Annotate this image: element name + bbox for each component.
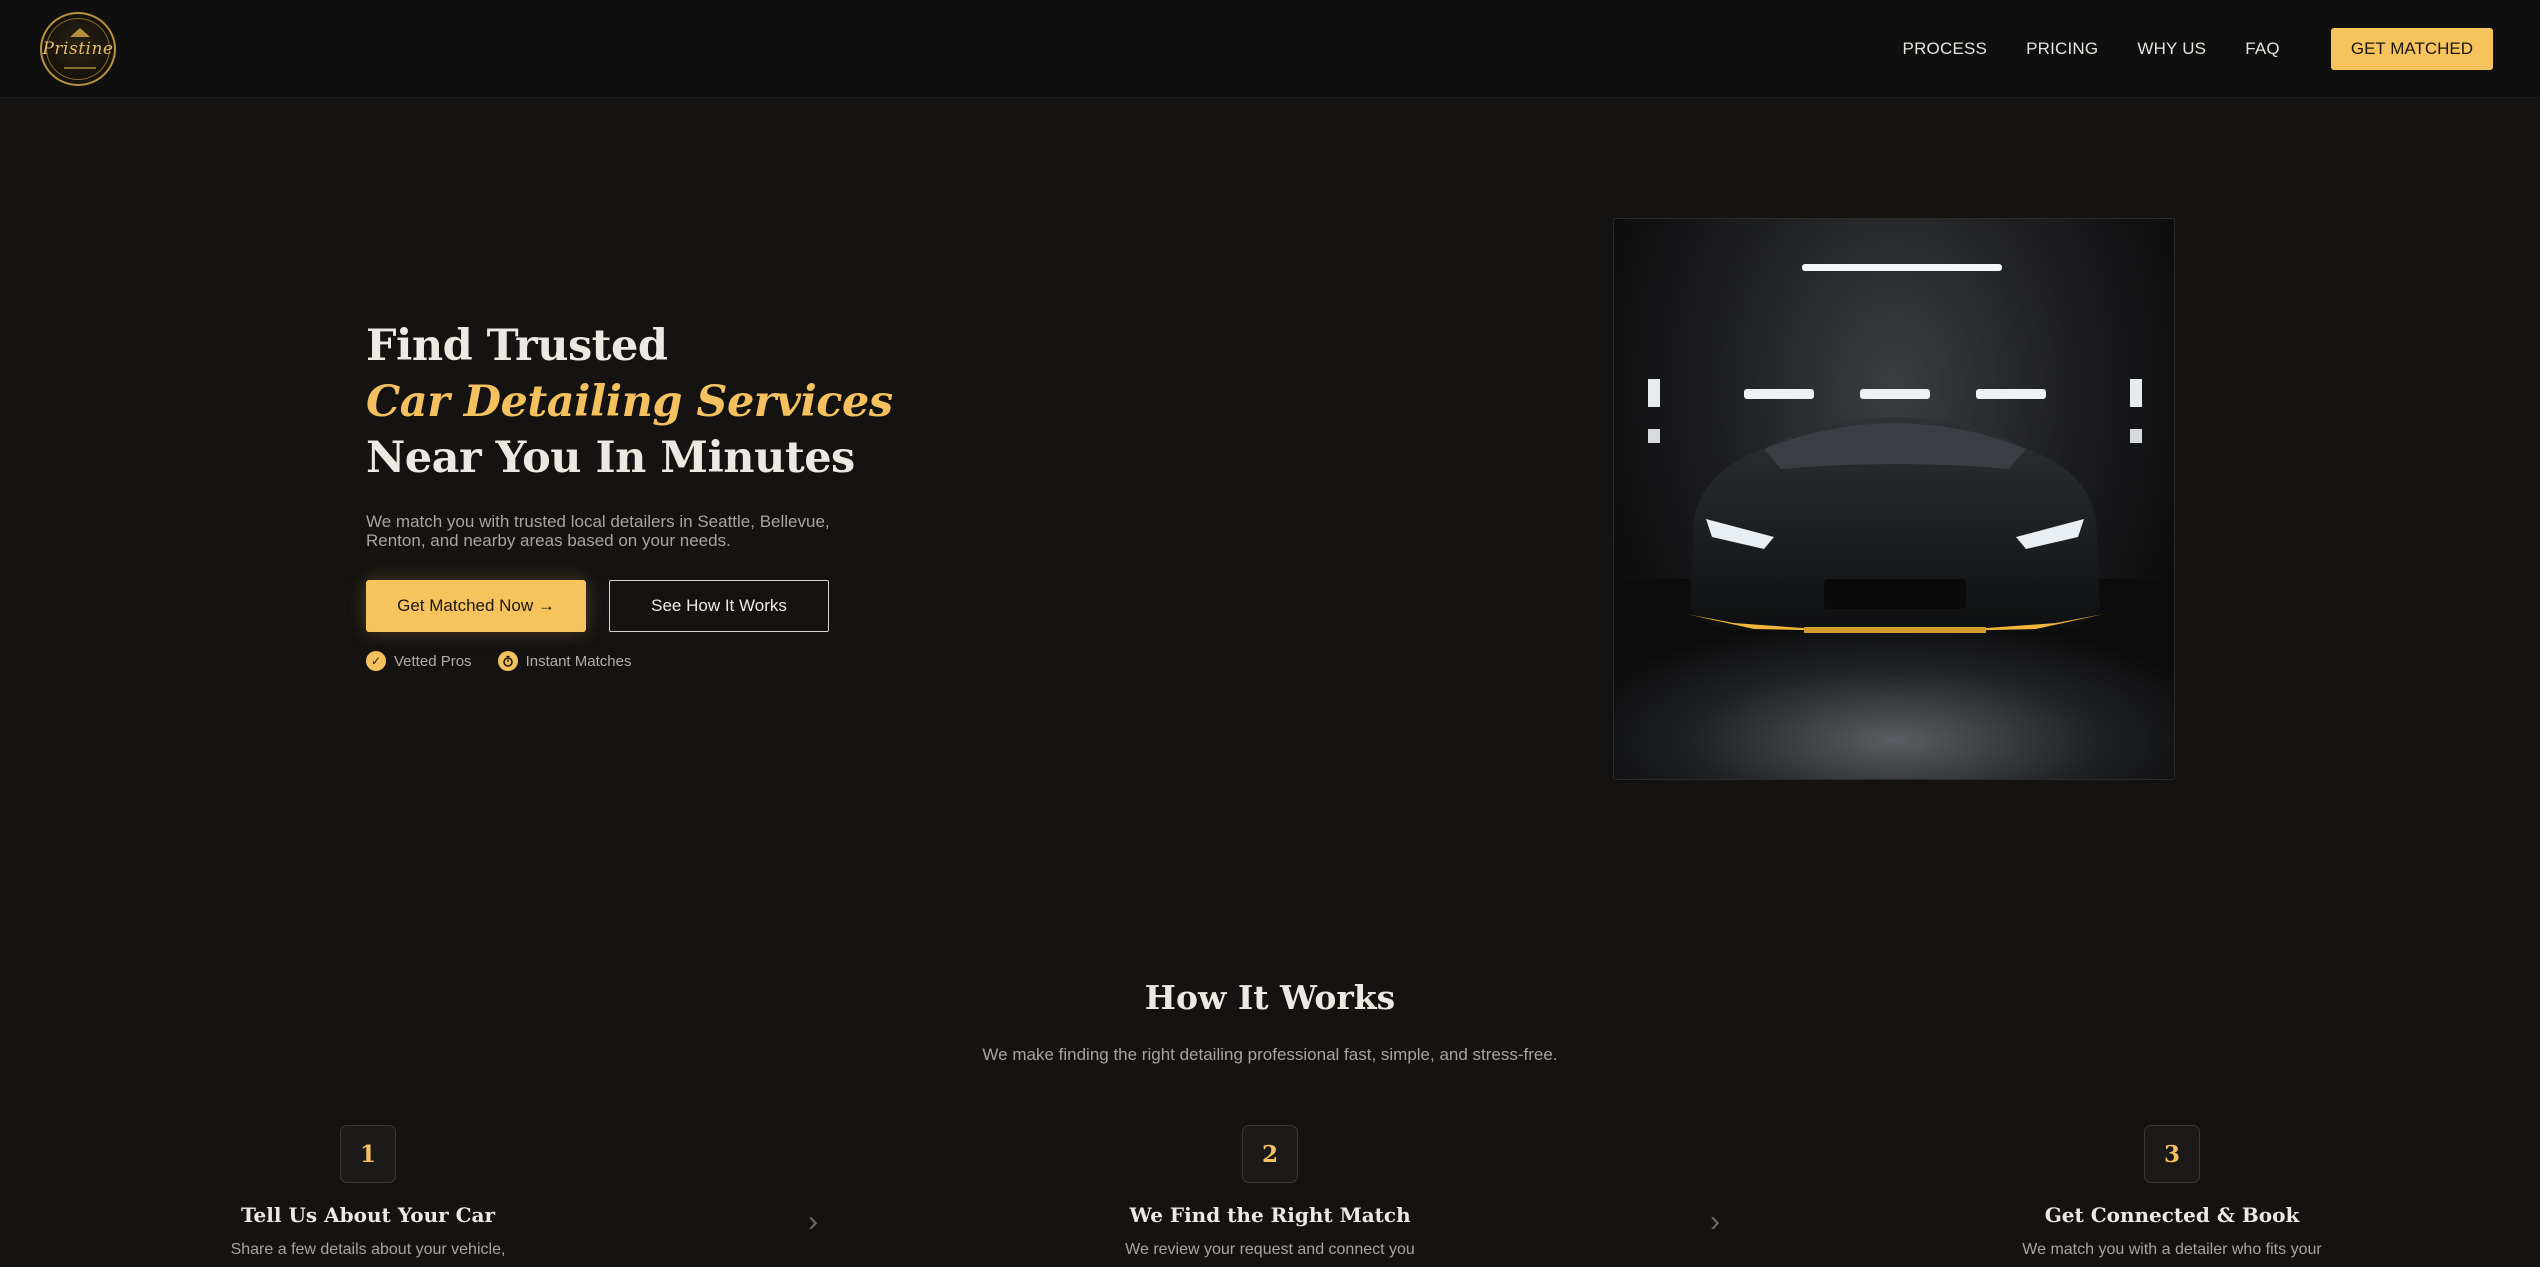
get-matched-nav-button[interactable]: GET MATCHED (2330, 28, 2493, 70)
hero-subtitle: We match you with trusted local detailer… (366, 512, 830, 550)
step-title: We Find the Right Match (1129, 1203, 1411, 1227)
badge-label: Instant Matches (525, 652, 632, 670)
step-number-badge: 2 (1242, 1125, 1298, 1183)
hero-title: Find Trusted Car Detailing Services Near… (366, 318, 893, 486)
sports-car-garage-illustration (1614, 264, 2174, 779)
badge-vetted-pros: ✓ Vetted Pros (366, 651, 472, 671)
logo-text: Pristine (42, 39, 114, 59)
step-description: Share a few details about your vehicle, (230, 1241, 506, 1258)
step-card: 3 Get Connected & Book We match you with… (1912, 1125, 2432, 1259)
step-title: Tell Us About Your Car (240, 1203, 496, 1227)
badge-instant-matches: Instant Matches (497, 651, 632, 671)
main-nav: PROCESS PRICING WHY US FAQ GET MATCHED (1903, 0, 2540, 98)
site-header: Pristine PROCESS PRICING WHY US FAQ GET … (0, 0, 2540, 98)
step-description: We match you with a detailer who fits yo… (2022, 1241, 2322, 1258)
nav-pricing[interactable]: PRICING (2026, 39, 2098, 59)
pristine-logo[interactable]: Pristine (40, 12, 116, 86)
hero-title-accent: Car Detailing Services (366, 377, 893, 427)
nav-faq[interactable]: FAQ (2245, 39, 2280, 59)
chevron-right-icon: › (1710, 1205, 1720, 1238)
hero-title-line-3: Near You In Minutes (366, 433, 855, 483)
badge-label: Vetted Pros (394, 652, 472, 670)
logo-underline (64, 67, 96, 69)
logo-mountain-mark (70, 28, 90, 37)
how-it-works-title: How It Works (1144, 978, 1396, 1017)
stopwatch-icon (497, 651, 518, 671)
step-card: 2 We Find the Right Match We review your… (1010, 1125, 1530, 1259)
get-matched-now-button[interactable]: Get Matched Now → (366, 580, 586, 632)
how-it-works-subtitle: We make finding the right detailing prof… (982, 1045, 1558, 1064)
check-badge-icon: ✓ (366, 651, 386, 671)
step-description: We review your request and connect you (1125, 1241, 1415, 1258)
chevron-right-icon: › (808, 1205, 818, 1238)
step-title: Get Connected & Book (2044, 1203, 2300, 1227)
step-card: 1 Tell Us About Your Car Share a few det… (108, 1125, 628, 1259)
step-number-badge: 1 (340, 1125, 396, 1183)
hero-car-image (1613, 218, 2175, 780)
nav-process[interactable]: PROCESS (1903, 39, 1988, 59)
step-number-badge: 3 (2144, 1125, 2200, 1183)
see-how-it-works-button[interactable]: See How It Works (609, 580, 829, 632)
hero-title-line-1: Find Trusted (366, 321, 668, 371)
nav-why-us[interactable]: WHY US (2137, 39, 2206, 59)
trust-badges: ✓ Vetted Pros Instant Matches (366, 651, 657, 671)
